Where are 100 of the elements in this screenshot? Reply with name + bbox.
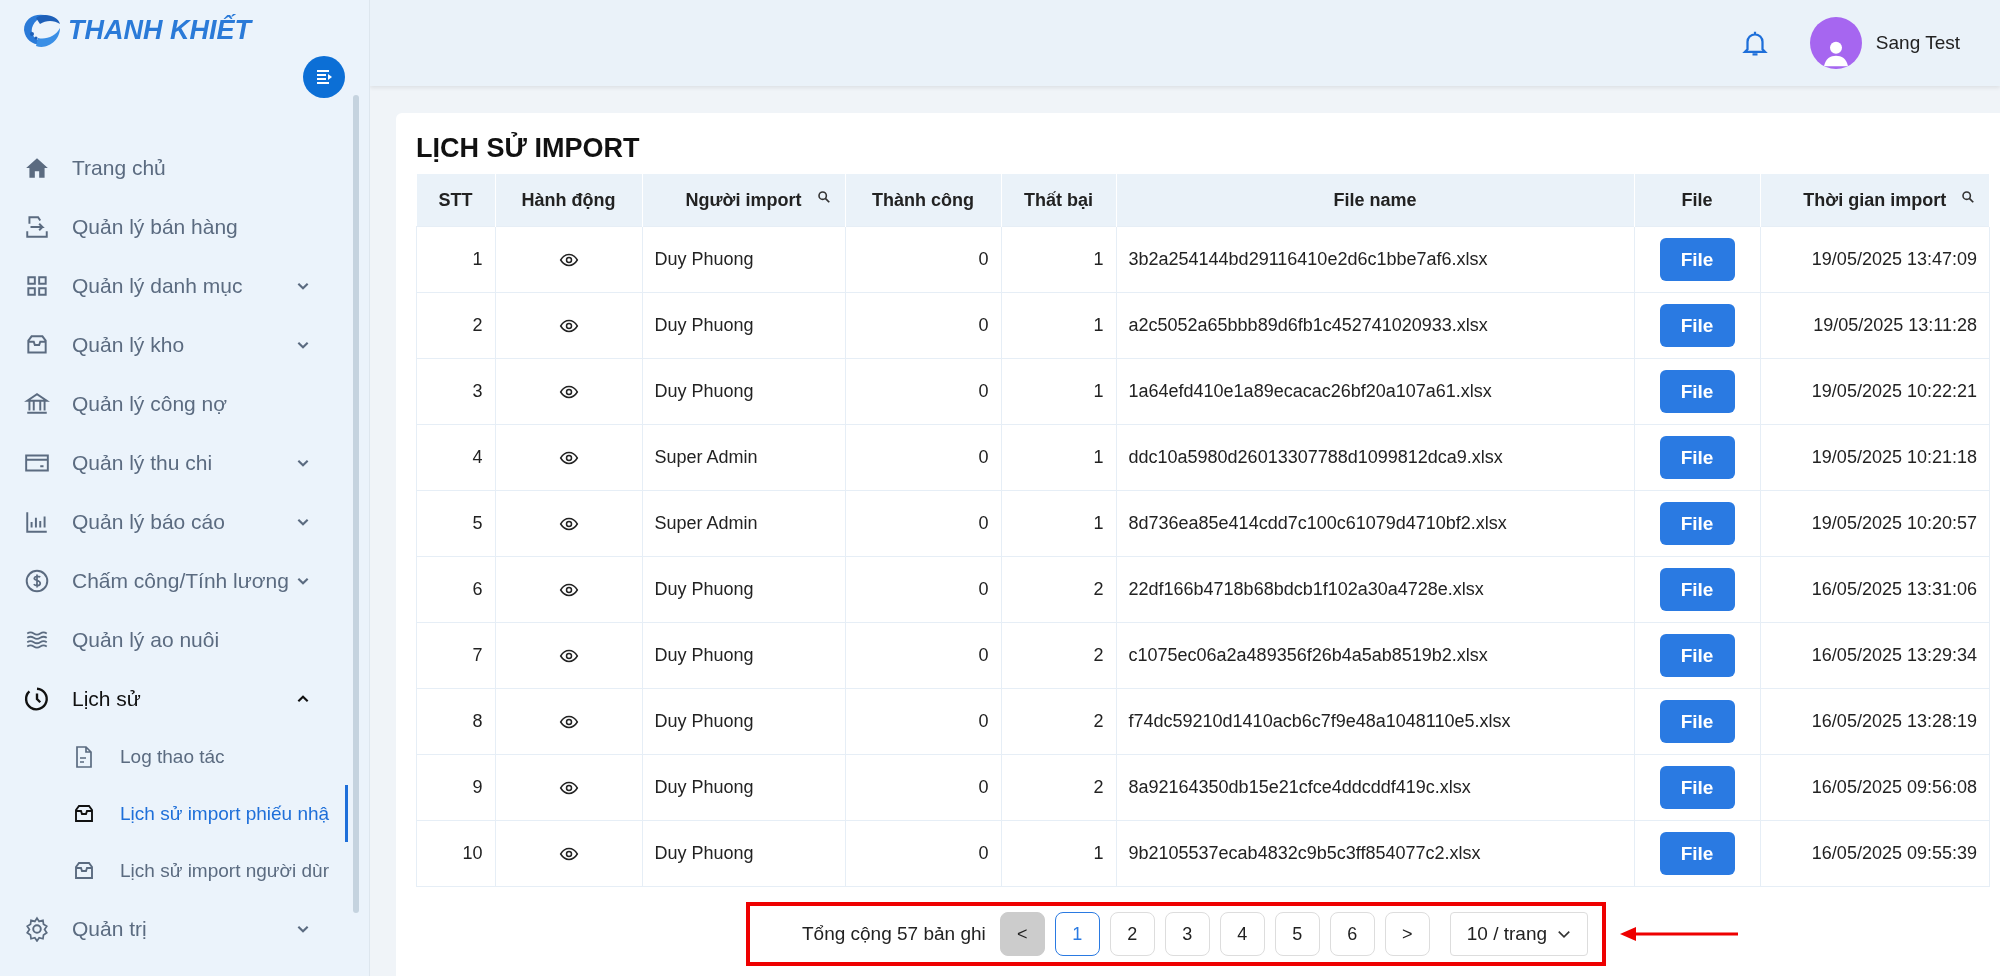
table-cell: 5: [416, 490, 495, 557]
table-cell: a2c5052a65bbb89d6fb1c452741020933.xlsx: [1116, 292, 1634, 359]
table-cell: 16/05/2025 13:28:19: [1760, 688, 1990, 755]
sidebar-item[interactable]: Trang chủ: [0, 138, 350, 197]
table-cell: 8a92164350db15e21cfce4ddcddf419c.xlsx: [1116, 754, 1634, 821]
page-button[interactable]: 5: [1274, 912, 1320, 956]
bank-icon: [24, 390, 50, 417]
table-cell: 19/05/2025 10:20:57: [1760, 490, 1990, 557]
table-cell: 0: [845, 688, 1001, 755]
sidebar-subitem[interactable]: Lịch sử import người dùr: [0, 842, 348, 899]
avatar[interactable]: [1809, 17, 1862, 69]
table-cell: Duy Phuong: [642, 292, 845, 359]
table-cell: Duy Phuong: [642, 820, 845, 887]
scrollbar[interactable]: [353, 95, 359, 913]
column-header: Người import: [642, 174, 845, 227]
search-icon[interactable]: [1961, 190, 1975, 204]
file-button[interactable]: File: [1659, 502, 1735, 545]
file-button[interactable]: File: [1659, 700, 1735, 743]
table-cell: Super Admin: [642, 424, 845, 491]
table-cell: 1: [1001, 820, 1116, 887]
menu-icon: [314, 67, 334, 87]
next-page-button[interactable]: >: [1384, 912, 1430, 956]
page-button[interactable]: 3: [1164, 912, 1210, 956]
table-cell: 1a64efd410e1a89ecacac26bf20a107a61.xlsx: [1116, 358, 1634, 425]
sidebar-subitem[interactable]: Log thao tác: [0, 728, 348, 785]
table-cell: 16/05/2025 13:29:34: [1760, 622, 1990, 689]
table-cell: 0: [845, 622, 1001, 689]
table-cell: c1075ec06a2a489356f26b4a5ab8519b2.xlsx: [1116, 622, 1634, 689]
brand-name: THANH KHIẾT: [68, 14, 251, 46]
table-cell: Duy Phuong: [642, 556, 845, 623]
table-cell: 8d736ea85e414cdd7c100c61079d4710bf2.xlsx: [1116, 490, 1634, 557]
page-size-select[interactable]: 10 / trang: [1449, 912, 1589, 956]
table-cell: 6: [416, 556, 495, 623]
table-cell: 19/05/2025 10:22:21: [1760, 358, 1990, 425]
column-header: Thời gian import: [1760, 174, 1990, 227]
page-button[interactable]: 2: [1109, 912, 1155, 956]
table-cell: 1: [1001, 424, 1116, 491]
collapse-menu-button[interactable]: [303, 56, 345, 98]
sidebar-item[interactable]: Quản lý bán hàng: [0, 197, 350, 256]
table-cell: 0: [845, 556, 1001, 623]
table-cell: 2: [1001, 622, 1116, 689]
table-cell: 0: [845, 358, 1001, 425]
sidebar-item[interactable]: Quản lý báo cáo: [0, 492, 350, 551]
sidebar-item[interactable]: Quản lý ao nuôi: [0, 610, 350, 669]
table-cell: 1: [416, 226, 495, 293]
file-button[interactable]: File: [1659, 370, 1735, 413]
table-cell: f74dc59210d1410acb6c7f9e48a1048110e5.xlsx: [1116, 688, 1634, 755]
file-button[interactable]: File: [1659, 436, 1735, 479]
user-name: Sang Test: [1875, 32, 1960, 54]
sidebar-item[interactable]: Quản lý danh mục: [0, 256, 350, 315]
table-cell: 0: [845, 820, 1001, 887]
search-icon[interactable]: [816, 190, 831, 204]
table-cell: 9: [416, 754, 495, 821]
file-button[interactable]: File: [1659, 634, 1735, 677]
table-cell: Duy Phuong: [642, 358, 845, 425]
table-cell: 0: [845, 754, 1001, 821]
column-header: File name: [1116, 174, 1634, 227]
file-button[interactable]: File: [1659, 568, 1735, 611]
table-cell: 7: [416, 622, 495, 689]
gear-icon: [24, 915, 50, 942]
sidebar-item[interactable]: Chấm công/Tính lương: [0, 551, 350, 610]
column-header: STT: [416, 174, 495, 227]
file-button[interactable]: File: [1659, 832, 1735, 875]
sidebar-item[interactable]: Quản trị: [0, 899, 350, 958]
table-cell: 19/05/2025 13:47:09: [1760, 226, 1990, 293]
table-cell: ddc10a5980d26013307788d1099812dca9.xlsx: [1116, 424, 1634, 491]
sidebar-item[interactable]: Lịch sử: [0, 669, 350, 728]
file-button[interactable]: File: [1659, 766, 1735, 809]
sale-icon: [24, 213, 50, 240]
table-cell: 1: [1001, 358, 1116, 425]
table-cell: 16/05/2025 13:31:06: [1760, 556, 1990, 623]
table-cell: 2: [1001, 556, 1116, 623]
table-cell: Super Admin: [642, 490, 845, 557]
table-cell: Duy Phuong: [642, 754, 845, 821]
table-cell: 2: [416, 292, 495, 359]
table-cell: Duy Phuong: [642, 622, 845, 689]
dollar-icon: [24, 567, 50, 594]
sidebar-item[interactable]: Quản lý thu chi: [0, 433, 350, 492]
file-button[interactable]: File: [1659, 304, 1735, 347]
sidebar-item[interactable]: Quản lý kho: [0, 315, 350, 374]
table-cell: 9b2105537ecab4832c9b5c3ff854077c2.xlsx: [1116, 820, 1634, 887]
page-button[interactable]: 6: [1329, 912, 1375, 956]
table-cell: Duy Phuong: [642, 226, 845, 293]
table-cell: 10: [416, 820, 495, 887]
table-cell: 1: [1001, 226, 1116, 293]
table-cell: 8: [416, 688, 495, 755]
file-button[interactable]: File: [1659, 238, 1735, 281]
table-cell: 19/05/2025 13:11:28: [1760, 292, 1990, 359]
page-title: LỊCH SỬ IMPORT: [416, 133, 641, 164]
sidebar-subitem[interactable]: Lịch sử import phiếu nhậ: [0, 785, 348, 842]
table-cell: 0: [845, 490, 1001, 557]
table-cell: 1: [1001, 490, 1116, 557]
table-cell: 2: [1001, 688, 1116, 755]
column-header: Thất bại: [1001, 174, 1116, 227]
page-button[interactable]: 1: [1054, 912, 1100, 956]
column-header: Hành động: [495, 174, 642, 227]
clock-icon: [24, 685, 50, 712]
table-cell: 22df166b4718b68bdcb1f102a30a4728e.xlsx: [1116, 556, 1634, 623]
page-button[interactable]: 4: [1219, 912, 1265, 956]
sidebar-item[interactable]: Quản lý công nợ: [0, 374, 350, 433]
